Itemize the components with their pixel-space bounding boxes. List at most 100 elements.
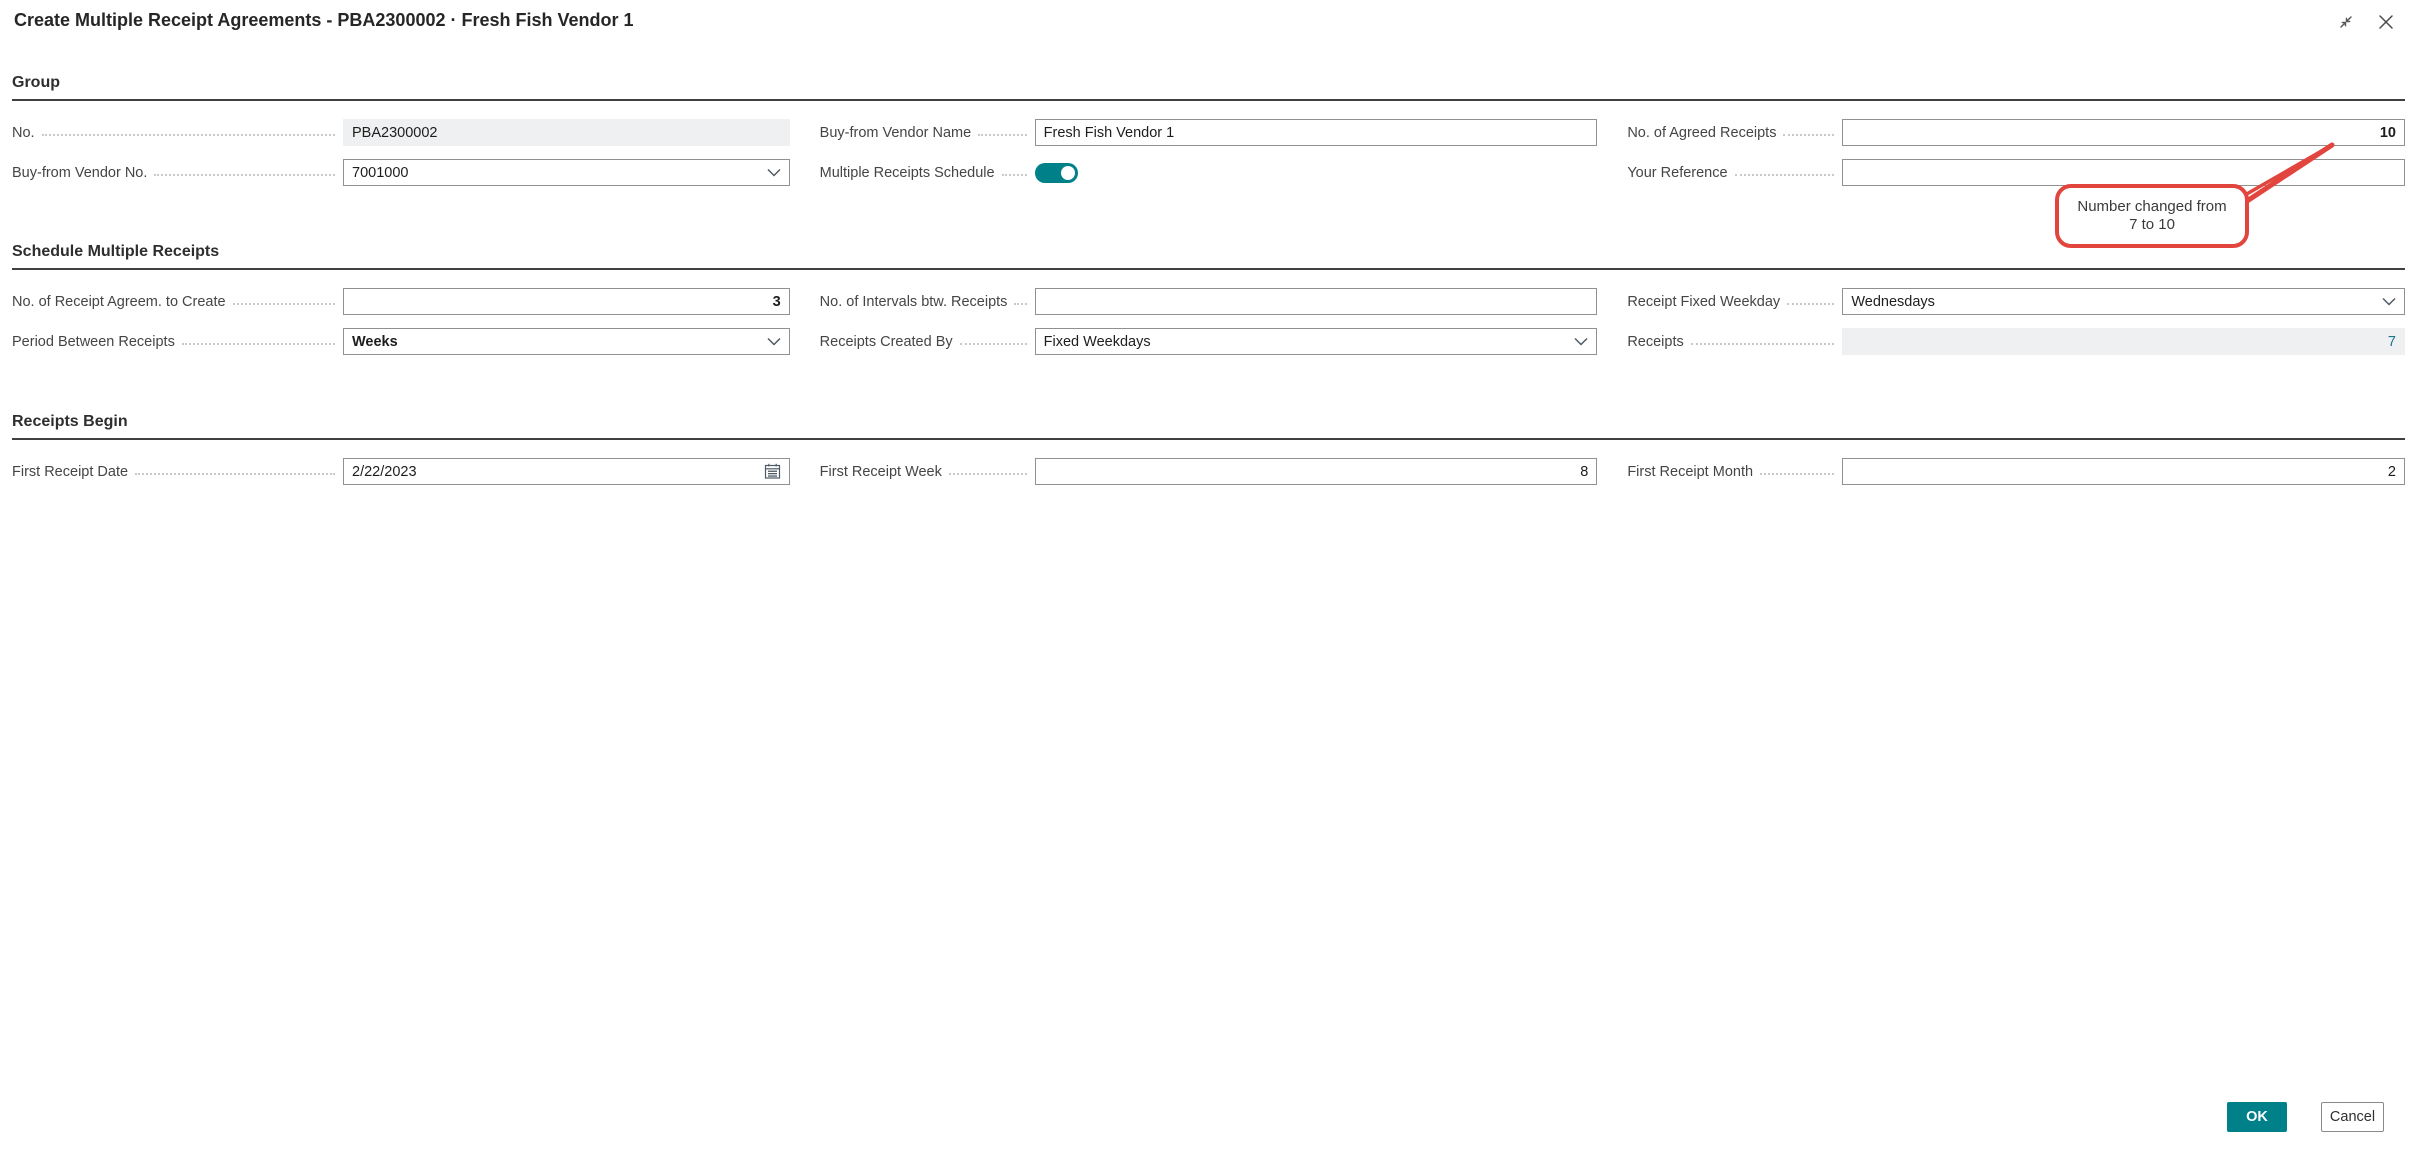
- field-multiple-receipts-schedule-label: Multiple Receipts Schedule: [820, 165, 995, 181]
- annotation-line-1: Number changed from: [2077, 198, 2226, 216]
- no-of-agreed-receipts-input[interactable]: [1851, 125, 2396, 141]
- buy-from-vendor-no-input[interactable]: [352, 165, 759, 181]
- your-reference-input[interactable]: [1851, 165, 2396, 181]
- section-group-grid: No. Buy-from Vendor Name: [12, 118, 2405, 187]
- field-period-between-receipts: Period Between Receipts: [12, 327, 790, 356]
- toggle-knob: [1061, 166, 1075, 180]
- field-period-between-receipts-label: Period Between Receipts: [12, 334, 175, 350]
- section-schedule-grid: No. of Receipt Agreem. to Create No. of …: [12, 287, 2405, 356]
- field-first-receipt-month-box[interactable]: [1842, 458, 2405, 485]
- dotted-leader: [135, 472, 335, 475]
- annotation-line-2: 7 to 10: [2129, 216, 2175, 234]
- dotted-leader: [1783, 133, 1834, 136]
- field-no-of-receipt-agreem-to-create-label: No. of Receipt Agreem. to Create: [12, 294, 226, 310]
- no-of-intervals-btw-receipts-input[interactable]: [1044, 294, 1589, 310]
- field-buy-from-vendor-no-label: Buy-from Vendor No.: [12, 165, 147, 181]
- section-group-heading: Group: [12, 74, 2405, 101]
- field-receipts: Receipts 7: [1627, 327, 2405, 356]
- field-buy-from-vendor-no-box[interactable]: [343, 159, 790, 186]
- multiple-receipts-schedule-toggle[interactable]: [1035, 163, 1078, 183]
- field-your-reference-box[interactable]: [1842, 159, 2405, 186]
- receipts-drilldown-value[interactable]: 7: [1851, 334, 2396, 350]
- dotted-leader: [978, 133, 1026, 136]
- receipts-created-by-input[interactable]: [1044, 334, 1567, 350]
- ok-button[interactable]: OK: [2227, 1102, 2287, 1132]
- field-receipt-fixed-weekday-box[interactable]: [1842, 288, 2405, 315]
- field-your-reference-label: Your Reference: [1627, 165, 1727, 181]
- dotted-leader: [42, 133, 335, 136]
- field-no-of-agreed-receipts-box[interactable]: [1842, 119, 2405, 146]
- field-buy-from-vendor-no: Buy-from Vendor No.: [12, 158, 790, 187]
- field-first-receipt-week-label: First Receipt Week: [820, 464, 942, 480]
- dotted-leader: [182, 342, 335, 345]
- buy-from-vendor-name-input[interactable]: [1044, 125, 1589, 141]
- chevron-down-icon[interactable]: [2382, 297, 2396, 306]
- dialog-title: Create Multiple Receipt Agreements - PBA…: [14, 10, 634, 31]
- receipt-fixed-weekday-input[interactable]: [1851, 294, 2374, 310]
- field-no-of-intervals-btw-receipts: No. of Intervals btw. Receipts: [820, 287, 1598, 316]
- field-no: No.: [12, 118, 790, 147]
- field-receipts-created-by-label: Receipts Created By: [820, 334, 953, 350]
- field-first-receipt-month-label: First Receipt Month: [1627, 464, 1753, 480]
- dialog-titlebar: Create Multiple Receipt Agreements - PBA…: [0, 0, 2416, 40]
- section-receipts-begin: Receipts Begin First Receipt Date: [12, 413, 2405, 486]
- chevron-down-icon[interactable]: [767, 168, 781, 177]
- section-schedule-heading: Schedule Multiple Receipts: [12, 243, 2405, 270]
- field-receipts-created-by: Receipts Created By: [820, 327, 1598, 356]
- first-receipt-month-input[interactable]: [1851, 464, 2396, 480]
- field-no-of-intervals-btw-receipts-box[interactable]: [1035, 288, 1598, 315]
- close-icon[interactable]: [2374, 10, 2398, 34]
- annotation-callout: Number changed from 7 to 10: [2055, 184, 2249, 248]
- field-period-between-receipts-box[interactable]: [343, 328, 790, 355]
- field-receipt-fixed-weekday-label: Receipt Fixed Weekday: [1627, 294, 1780, 310]
- first-receipt-week-input[interactable]: [1044, 464, 1589, 480]
- field-first-receipt-week-box[interactable]: [1035, 458, 1598, 485]
- dialog-content: Group No. Buy-from Vendor Name: [0, 40, 2416, 1102]
- dotted-leader: [1760, 472, 1834, 475]
- create-multiple-receipt-agreements-dialog: Create Multiple Receipt Agreements - PBA…: [0, 0, 2416, 1152]
- calendar-icon[interactable]: [764, 463, 781, 480]
- field-no-of-intervals-btw-receipts-label: No. of Intervals btw. Receipts: [820, 294, 1008, 310]
- section-schedule-multiple-receipts: Schedule Multiple Receipts No. of Receip…: [12, 243, 2405, 356]
- dotted-leader: [1002, 173, 1027, 176]
- field-first-receipt-month: First Receipt Month: [1627, 457, 2405, 486]
- dotted-leader: [154, 173, 335, 176]
- field-no-of-receipt-agreem-to-create-box[interactable]: [343, 288, 790, 315]
- field-receipts-label: Receipts: [1627, 334, 1683, 350]
- cancel-button[interactable]: Cancel: [2321, 1102, 2384, 1132]
- field-no-of-receipt-agreem-to-create: No. of Receipt Agreem. to Create: [12, 287, 790, 316]
- no-of-receipt-agreem-to-create-input[interactable]: [352, 294, 781, 310]
- dotted-leader: [1787, 302, 1834, 305]
- dialog-footer: OK Cancel: [0, 1102, 2416, 1152]
- period-between-receipts-input[interactable]: [352, 334, 759, 350]
- field-buy-from-vendor-name: Buy-from Vendor Name: [820, 118, 1598, 147]
- dotted-leader: [233, 302, 335, 305]
- section-receipts-begin-heading: Receipts Begin: [12, 413, 2405, 440]
- section-group: Group No. Buy-from Vendor Name: [12, 74, 2405, 187]
- chevron-down-icon[interactable]: [767, 337, 781, 346]
- field-no-label: No.: [12, 125, 35, 141]
- field-buy-from-vendor-name-label: Buy-from Vendor Name: [820, 125, 972, 141]
- field-receipts-created-by-box[interactable]: [1035, 328, 1598, 355]
- field-receipts-box: 7: [1842, 328, 2405, 355]
- field-your-reference: Your Reference: [1627, 158, 2405, 187]
- chevron-down-icon[interactable]: [1574, 337, 1588, 346]
- field-no-of-agreed-receipts-label: No. of Agreed Receipts: [1627, 125, 1776, 141]
- field-first-receipt-week: First Receipt Week: [820, 457, 1598, 486]
- dotted-leader: [1014, 302, 1026, 305]
- dotted-leader: [960, 342, 1027, 345]
- first-receipt-date-input[interactable]: [352, 464, 756, 480]
- restore-down-icon[interactable]: [2334, 10, 2358, 34]
- field-first-receipt-date-box[interactable]: [343, 458, 790, 485]
- field-no-box: [343, 119, 790, 146]
- window-controls: [2334, 10, 2398, 34]
- field-receipt-fixed-weekday: Receipt Fixed Weekday: [1627, 287, 2405, 316]
- section-receipts-begin-grid: First Receipt Date: [12, 457, 2405, 486]
- field-buy-from-vendor-name-box[interactable]: [1035, 119, 1598, 146]
- dotted-leader: [949, 472, 1027, 475]
- field-multiple-receipts-schedule: Multiple Receipts Schedule: [820, 158, 1598, 187]
- dotted-leader: [1691, 342, 1835, 345]
- field-first-receipt-date-label: First Receipt Date: [12, 464, 128, 480]
- field-first-receipt-date: First Receipt Date: [12, 457, 790, 486]
- no-input: [352, 125, 781, 141]
